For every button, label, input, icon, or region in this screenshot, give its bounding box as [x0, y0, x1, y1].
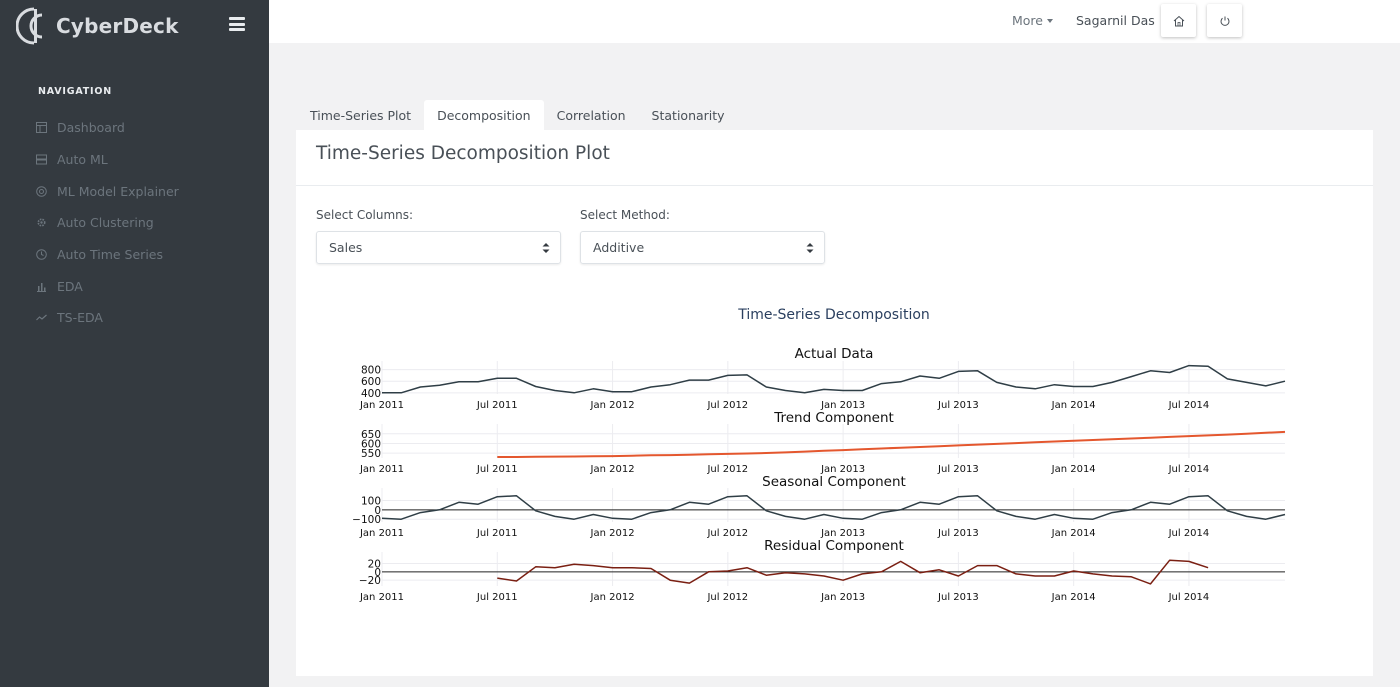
decomposition-chart: Time-Series Decomposition Actual Data Jan …: [352, 307, 1286, 603]
x-tick-label: Jan 2014: [1051, 464, 1096, 475]
x-tick-label: Jul 2012: [706, 464, 748, 475]
x-tick-label: Jul 2012: [706, 592, 748, 603]
y-tick-label: 400: [361, 388, 381, 400]
x-tick-label: Jan 2011: [359, 528, 404, 539]
x-tick-label: Jan 2014: [1051, 528, 1096, 539]
y-tick-label: 800: [361, 365, 381, 377]
x-tick-label: Jan 2011: [359, 592, 404, 603]
x-tick-label: Jan 2012: [590, 592, 635, 603]
x-tick-label: Jan 2014: [1051, 400, 1096, 411]
x-tick-label: Jul 2012: [706, 528, 748, 539]
x-tick-label: Jan 2012: [590, 528, 635, 539]
subplot-title: Actual Data: [795, 346, 874, 362]
x-tick-label: Jan 2011: [359, 400, 404, 411]
x-tick-label: Jul 2013: [937, 464, 979, 475]
series-line-seasonal-component: [381, 495, 1286, 520]
x-tick-label: Jul 2011: [476, 400, 518, 411]
subplot-title: Trend Component: [773, 410, 894, 426]
y-tick-label: 600: [361, 376, 381, 388]
subplot-title: Residual Component: [764, 538, 904, 554]
y-tick-label: 550: [361, 448, 381, 460]
x-tick-label: Jul 2011: [476, 528, 518, 539]
x-tick-label: Jan 2012: [590, 400, 635, 411]
x-tick-label: Jul 2013: [937, 592, 979, 603]
x-tick-label: Jan 2011: [359, 464, 404, 475]
y-tick-label: −100: [352, 514, 381, 526]
subplot-title: Seasonal Component: [762, 474, 906, 490]
x-tick-label: Jul 2012: [706, 400, 748, 411]
x-tick-label: Jul 2011: [476, 464, 518, 475]
chart-title: Time-Series Decomposition: [737, 307, 930, 323]
x-tick-label: Jul 2013: [937, 400, 979, 411]
x-tick-label: Jan 2013: [820, 592, 865, 603]
x-tick-label: Jul 2014: [1168, 400, 1210, 411]
x-tick-label: Jan 2012: [590, 464, 635, 475]
x-tick-label: Jan 2014: [1051, 592, 1096, 603]
x-tick-label: Jul 2013: [937, 528, 979, 539]
x-tick-label: Jul 2014: [1168, 592, 1210, 603]
x-tick-label: Jul 2014: [1168, 464, 1210, 475]
y-tick-label: −20: [359, 575, 381, 587]
x-tick-label: Jul 2014: [1168, 528, 1210, 539]
x-tick-label: Jul 2011: [476, 592, 518, 603]
